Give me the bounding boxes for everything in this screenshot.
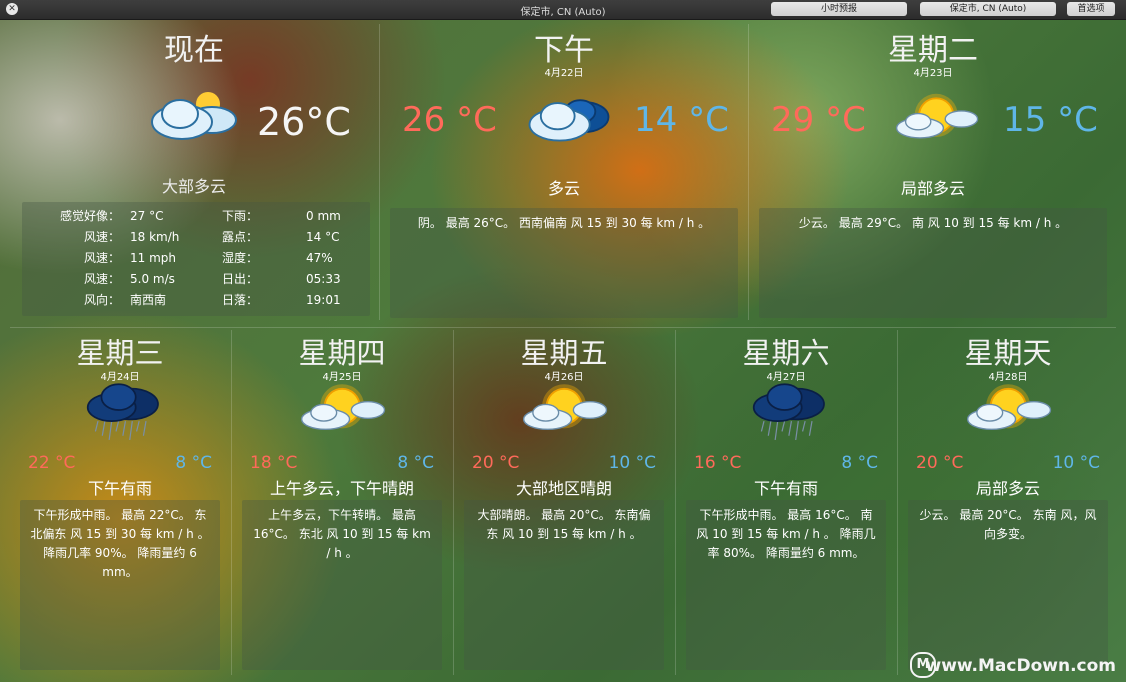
panel-title: 星期六 <box>742 336 830 370</box>
forecast-panel: 星期天 4月28日 20 °C 10 °C 局部多云 少云。 最高 20°C。 东南 风，… <box>898 328 1118 676</box>
low-temperature: 15 °C <box>1003 100 1098 140</box>
low-temperature: 10 °C <box>608 453 656 473</box>
forecast-condition: 上午多云，下午晴朗 <box>269 479 414 498</box>
forecast-description: 大部晴朗。 最高 20°C。 东南偏东 风 10 到 15 每 km / h 。 <box>464 500 664 670</box>
forecast-condition: 大部地区晴朗 <box>515 479 612 498</box>
detail-value: 47% <box>306 251 333 265</box>
forecast-panel: 星期二 4月23日 29 °C 15 °C 局部多云少云。 最高 29°C。 南 风 1… <box>749 22 1117 322</box>
high-temperature: 18 °C <box>250 453 298 473</box>
forecast-description: 下午形成中雨。 最高 22°C。 东北偏东 风 15 到 30 每 km / h… <box>20 500 220 670</box>
forecast-date: 4月23日 <box>913 68 953 79</box>
detail-value: 0 mm <box>306 209 341 223</box>
forecast-panel: 星期六 4月27日 16 °C 8 °C 下午有雨 下午形成中雨。 最高 16°C。 南 … <box>676 328 896 676</box>
forecast-panel: 星期四 4月25日 18 °C 8 °C 上午多云，下午晴朗 上午多云，下午转晴。 最高 … <box>232 328 452 676</box>
detail-label: 风速： <box>83 230 120 244</box>
window-titlebar: ✕ 保定市, CN (Auto) 小时预报 保定市, CN (Auto) 首选项 <box>0 0 1126 20</box>
low-temperature: 8 °C <box>175 453 212 473</box>
forecast-condition: 下午有雨 <box>87 479 152 498</box>
sun-cloud-icon <box>298 380 390 444</box>
cloudy-icon <box>522 92 616 150</box>
sun-cloud-icon <box>520 380 612 444</box>
detail-value: 27 °C <box>130 209 164 223</box>
sun-cloud-icon <box>891 92 985 150</box>
forecast-condition: 多云 <box>547 179 580 198</box>
forecast-condition: 局部多云 <box>900 179 965 198</box>
panel-title: 星期三 <box>76 336 164 370</box>
rain-cloud-icon <box>76 380 168 444</box>
detail-label: 湿度： <box>222 251 259 265</box>
sun-cloud-icon <box>964 380 1056 444</box>
forecast-date: 4月22日 <box>544 68 584 79</box>
detail-value: 5.0 m/s <box>130 272 175 286</box>
forecast-description: 上午多云，下午转晴。 最高 16°C。 东北 风 10 到 15 每 km / … <box>242 500 442 670</box>
forecast-description: 阴。 最高 26°C。 西南偏南 风 15 到 30 每 km / h 。 <box>390 208 738 318</box>
detail-label: 露点： <box>222 230 259 244</box>
preferences-button[interactable]: 首选项 <box>1067 2 1115 16</box>
watermark-text: www.MacDown.com <box>925 656 1116 676</box>
detail-label: 风速： <box>83 272 120 286</box>
high-temperature: 26 °C <box>402 100 497 140</box>
forecast-description: 少云。 最高 29°C。 南 风 10 到 15 每 km / h 。 <box>759 208 1107 318</box>
location-button[interactable]: 保定市, CN (Auto) <box>920 2 1056 16</box>
panel-title: 星期二 <box>888 33 978 68</box>
forecast-panel: 星期五 4月26日 20 °C 10 °C 大部地区晴朗 大部晴朗。 最高 20°C。 东… <box>454 328 674 676</box>
partly-cloudy-icon <box>142 88 242 148</box>
detail-value: 南西南 <box>130 293 167 307</box>
panel-title: 星期五 <box>520 336 608 370</box>
detail-label: 感觉好像： <box>59 209 120 223</box>
forecast-panel: 下午 4月22日 26 °C 14 °C 多云阴。 最高 26°C。 西南偏南 风 15… <box>380 22 748 322</box>
panel-title: 星期天 <box>964 336 1052 370</box>
detail-value: 14 °C <box>306 230 340 244</box>
high-temperature: 20 °C <box>916 453 964 473</box>
detail-label: 下雨： <box>222 209 259 223</box>
high-temperature: 29 °C <box>771 100 866 140</box>
panel-title: 现在 <box>164 33 224 68</box>
rain-cloud-icon <box>742 380 834 444</box>
detail-value: 05:33 <box>306 272 341 286</box>
high-temperature: 16 °C <box>694 453 742 473</box>
current-conditions-panel: 现在 26°C 大部多云 感觉好像： 27 °C 风速： 18 km/h 风速： 11 m… <box>10 22 378 322</box>
low-temperature: 14 °C <box>634 100 729 140</box>
low-temperature: 10 °C <box>1052 453 1100 473</box>
forecast-description: 下午形成中雨。 最高 16°C。 南 风 10 到 15 每 km / h 。 … <box>686 500 886 670</box>
high-temperature: 22 °C <box>28 453 76 473</box>
low-temperature: 8 °C <box>397 453 434 473</box>
detail-value: 11 mph <box>130 251 176 265</box>
detail-label: 风速： <box>83 251 120 265</box>
forecast-panel: 星期三 4月24日 22 °C 8 °C 下午有雨 下午形成中雨。 最高 22°C。 东北… <box>10 328 230 676</box>
high-temperature: 20 °C <box>472 453 520 473</box>
current-details-box: 感觉好像： 27 °C 风速： 18 km/h 风速： 11 mph 风速： 5.0 m/s 风… <box>22 202 370 316</box>
low-temperature: 8 °C <box>841 453 878 473</box>
forecast-condition: 局部多云 <box>975 479 1040 498</box>
current-condition: 大部多云 <box>161 177 226 196</box>
detail-value: 18 km/h <box>130 230 180 244</box>
hourly-forecast-button[interactable]: 小时预报 <box>771 2 907 16</box>
current-temperature: 26°C <box>257 100 351 144</box>
panel-title: 星期四 <box>298 336 386 370</box>
panel-title: 下午 <box>534 33 594 68</box>
forecast-description: 少云。 最高 20°C。 东南 风，风向多变。 <box>908 500 1108 670</box>
detail-label: 日出： <box>222 272 259 286</box>
detail-value: 19:01 <box>306 293 341 307</box>
detail-label: 日落： <box>222 293 259 307</box>
detail-label: 风向： <box>83 293 120 307</box>
forecast-condition: 下午有雨 <box>753 479 818 498</box>
